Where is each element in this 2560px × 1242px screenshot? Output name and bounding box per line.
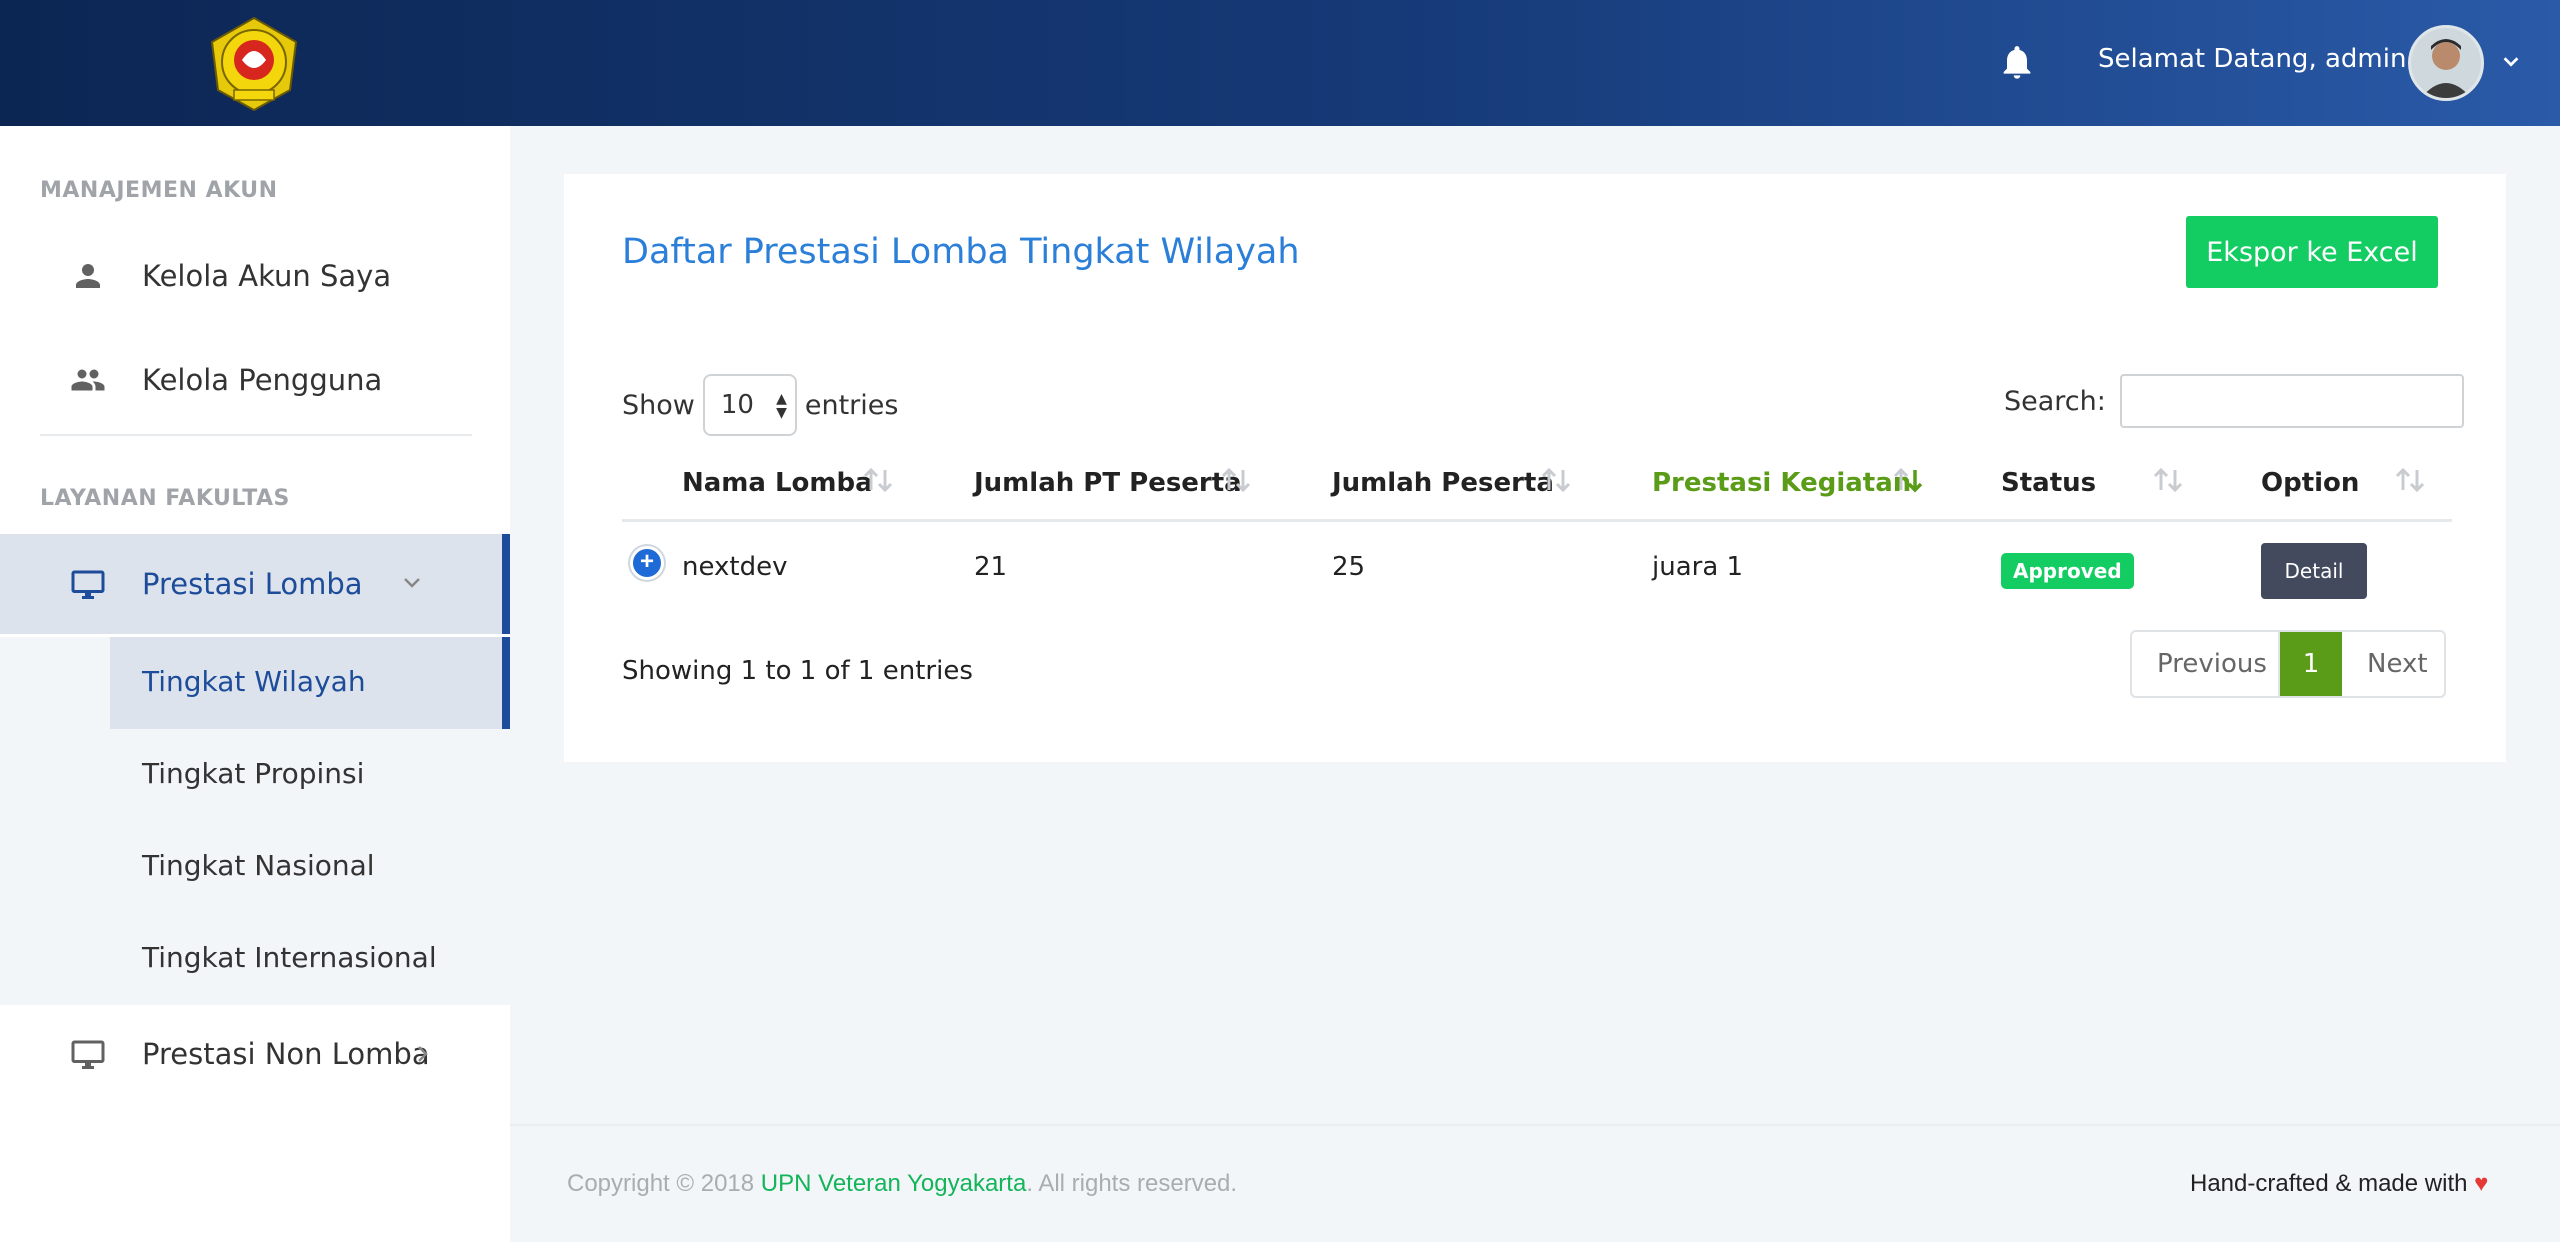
column-header-option[interactable]: Option (2261, 468, 2359, 498)
column-header-status[interactable]: Status (2001, 468, 2096, 498)
table-header-divider (622, 519, 2452, 522)
university-logo[interactable] (206, 16, 302, 112)
sidebar-item-kelola-pengguna[interactable]: Kelola Pengguna (0, 330, 510, 430)
copyright-prefix: Copyright © 2018 (567, 1170, 761, 1197)
cell-nama-lomba: nextdev (682, 552, 788, 582)
heart-icon: ♥ (2474, 1170, 2489, 1197)
page-length-control: Show 10 ▲ ▼ entries (622, 374, 898, 436)
sort-icon[interactable] (2394, 466, 2426, 494)
show-label: Show (622, 389, 695, 421)
section-heading-account: MANAJEMEN AKUN (40, 178, 278, 203)
cell-jumlah-pt: 21 (974, 552, 1008, 582)
submenu-item-label: Tingkat Internasional (142, 941, 437, 974)
submenu-item-tingkat-internasional[interactable]: Tingkat Internasional (110, 913, 510, 1005)
monitor-icon (70, 1036, 106, 1072)
select-arrows-icon: ▲ ▼ (776, 391, 787, 421)
submenu-item-tingkat-nasional[interactable]: Tingkat Nasional (110, 821, 510, 913)
search-input[interactable] (2119, 374, 2464, 428)
search-control: Search: (2004, 374, 2464, 428)
cell-prestasi: juara 1 (1652, 552, 1744, 582)
sidebar-item-prestasi-non-lomba[interactable]: Prestasi Non Lomba (0, 1004, 510, 1104)
pagination-next[interactable]: Next (2342, 632, 2444, 696)
pagination-page-current[interactable]: 1 (2280, 632, 2342, 696)
export-excel-button[interactable]: Ekspor ke Excel (2186, 216, 2438, 288)
people-icon (70, 362, 106, 398)
sidebar-item-label: Prestasi Lomba (142, 567, 363, 601)
submenu-prestasi-lomba: Tingkat Wilayah Tingkat Propinsi Tingkat… (0, 637, 510, 1005)
expand-row-plus-icon[interactable]: + (630, 546, 664, 580)
cell-jumlah-peserta: 25 (1332, 552, 1366, 582)
status-badge: Approved (2001, 553, 2134, 589)
footer-handcrafted: Hand-crafted & made with ♥ (2190, 1170, 2488, 1198)
sort-desc-icon[interactable] (1892, 466, 1924, 494)
chevron-down-icon (400, 570, 424, 599)
sort-icon[interactable] (1220, 466, 1252, 494)
search-label: Search: (2004, 385, 2106, 417)
entries-label: entries (804, 389, 899, 421)
column-header-nama-lomba[interactable]: Nama Lomba (682, 468, 873, 498)
detail-button[interactable]: Detail (2261, 543, 2367, 599)
user-avatar[interactable] (2408, 25, 2484, 101)
page-length-value: 10 (720, 390, 754, 420)
copyright-suffix: . All rights reserved. (1026, 1170, 1238, 1197)
submenu-item-tingkat-propinsi[interactable]: Tingkat Propinsi (110, 729, 510, 821)
university-link[interactable]: UPN Veteran Yogyakarta (761, 1170, 1027, 1197)
table-info: Showing 1 to 1 of 1 entries (622, 656, 973, 686)
person-icon (70, 258, 106, 294)
column-header-jumlah-pt[interactable]: Jumlah PT Peserta (974, 468, 1242, 498)
sort-icon[interactable] (862, 466, 894, 494)
column-header-jumlah-peserta[interactable]: Jumlah Peserta (1332, 468, 1554, 498)
footer-copyright: Copyright © 2018 UPN Veteran Yogyakarta.… (567, 1170, 1237, 1198)
sort-icon[interactable] (1540, 466, 1572, 494)
sidebar: MANAJEMEN AKUN Kelola Akun Saya Kelola P… (0, 126, 510, 1242)
monitor-icon (70, 566, 106, 602)
sidebar-item-label: Kelola Akun Saya (142, 259, 392, 293)
sidebar-item-label: Prestasi Non Lomba (142, 1037, 430, 1071)
pagination-previous[interactable]: Previous (2132, 632, 2280, 696)
page-length-select[interactable]: 10 ▲ ▼ (702, 374, 797, 436)
sidebar-item-label: Kelola Pengguna (142, 363, 383, 397)
submenu-item-label: Tingkat Nasional (142, 849, 375, 882)
welcome-text: Selamat Datang, admin (2098, 44, 2407, 74)
submenu-item-label: Tingkat Wilayah (142, 665, 366, 698)
sort-icon[interactable] (2152, 466, 2184, 494)
sidebar-divider (40, 434, 472, 436)
top-navbar: Selamat Datang, admin (0, 0, 2560, 126)
submenu-item-tingkat-wilayah[interactable]: Tingkat Wilayah (110, 637, 510, 729)
main-card: Daftar Prestasi Lomba Tingkat Wilayah Ek… (564, 174, 2506, 762)
notification-bell-icon[interactable] (1997, 42, 2037, 82)
chevron-down-icon[interactable] (2500, 50, 2522, 72)
sidebar-item-kelola-akun[interactable]: Kelola Akun Saya (0, 226, 510, 326)
submenu-item-label: Tingkat Propinsi (142, 757, 365, 790)
section-heading-services: LAYANAN FAKULTAS (40, 486, 290, 511)
chevron-right-icon (410, 1042, 434, 1071)
sidebar-item-prestasi-lomba[interactable]: Prestasi Lomba (0, 534, 510, 634)
footer-divider (510, 1124, 2560, 1126)
handcrafted-text: Hand-crafted & made with (2190, 1170, 2475, 1197)
column-header-prestasi[interactable]: Prestasi Kegiatan (1652, 468, 1911, 498)
pagination: Previous 1 Next (2130, 630, 2446, 698)
page-title: Daftar Prestasi Lomba Tingkat Wilayah (622, 232, 1300, 272)
